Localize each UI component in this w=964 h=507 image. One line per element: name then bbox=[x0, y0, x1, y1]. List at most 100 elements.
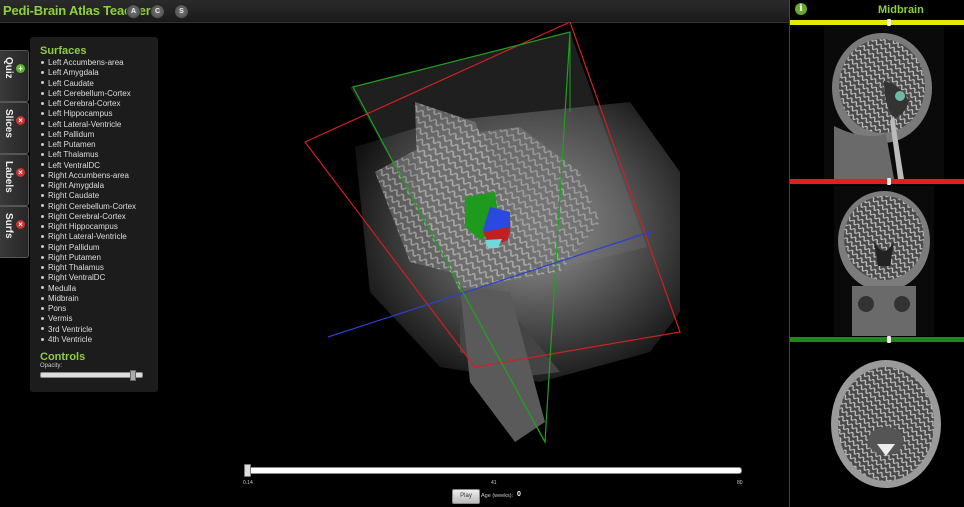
surface-item[interactable]: Left Thalamus bbox=[40, 150, 136, 160]
surface-item-label: Right Amygdala bbox=[48, 181, 105, 190]
surface-item-label: Right Cerebral-Cortex bbox=[48, 211, 126, 221]
bullet-icon bbox=[41, 71, 44, 75]
bullet-icon bbox=[41, 224, 44, 228]
axial-slice-view[interactable] bbox=[829, 356, 944, 494]
surface-item[interactable]: Right Pallidum bbox=[40, 243, 136, 253]
bullet-icon bbox=[41, 132, 44, 136]
surface-list: Left Accumbens-area Left Amygdala Left Cau… bbox=[40, 58, 136, 345]
surface-item[interactable]: Right Hippocampus bbox=[40, 222, 136, 232]
surface-item[interactable]: Right Amygdala bbox=[40, 181, 136, 191]
surface-item[interactable]: Left Amygdala bbox=[40, 68, 136, 78]
surface-item[interactable]: Right Lateral-Ventricle bbox=[40, 232, 136, 242]
surface-item[interactable]: Right Accumbens-area bbox=[40, 171, 136, 181]
surface-item-label: Right Hippocampus bbox=[48, 222, 118, 231]
age-label: Age (weeks): bbox=[481, 493, 514, 499]
surface-item[interactable]: Left Cerebellum-Cortex bbox=[40, 89, 136, 99]
surface-item-label: Left Accumbens-area bbox=[48, 58, 124, 67]
sagittal-view-button[interactable]: S bbox=[174, 4, 189, 19]
surface-item[interactable]: Right Cerebral-Cortex bbox=[40, 212, 136, 222]
opacity-slider[interactable] bbox=[40, 370, 143, 381]
surface-item[interactable]: Left Lateral-Ventricle bbox=[40, 120, 136, 130]
surface-item[interactable]: Left Putamen bbox=[40, 140, 136, 150]
surface-item-label: 3rd Ventricle bbox=[48, 324, 93, 334]
surface-item[interactable]: Left Hippocampus bbox=[40, 109, 136, 119]
surface-item[interactable]: Left Pallidum bbox=[40, 130, 136, 140]
bullet-icon bbox=[41, 296, 44, 300]
play-button[interactable]: Play bbox=[452, 489, 480, 504]
tab-surfs[interactable]: Surfs × bbox=[0, 206, 29, 258]
surface-item-label: Left Lateral-Ventricle bbox=[48, 119, 122, 129]
bullet-icon bbox=[41, 183, 44, 187]
surface-item[interactable]: Right Thalamus bbox=[40, 263, 136, 273]
close-icon[interactable]: × bbox=[16, 220, 25, 229]
surface-item-label: Right Caudate bbox=[48, 191, 100, 201]
surface-item[interactable]: Right Putamen bbox=[40, 253, 136, 263]
slice-views-panel: i Midbrain bbox=[789, 0, 964, 507]
surface-item[interactable]: Right Caudate bbox=[40, 191, 136, 201]
coronal-view-button[interactable]: C bbox=[150, 4, 165, 19]
sagittal-slice-view[interactable] bbox=[824, 26, 944, 179]
plus-icon[interactable]: + bbox=[16, 64, 25, 73]
3d-brain-viewer[interactable] bbox=[160, 22, 789, 462]
surfaces-panel: Surfaces Left Accumbens-area Left Amygdal… bbox=[30, 37, 158, 392]
surface-item-label: Right Putamen bbox=[48, 252, 101, 262]
bullet-icon bbox=[41, 306, 44, 310]
bullet-icon bbox=[41, 276, 44, 280]
surface-item-label: Left Thalamus bbox=[48, 150, 99, 160]
surface-item-label: Left Caudate bbox=[48, 78, 94, 88]
timeline-tick-mid: 41 bbox=[491, 480, 497, 486]
coronal-slice-handle[interactable] bbox=[887, 336, 891, 343]
surface-item-label: 4th Ventricle bbox=[48, 334, 93, 344]
close-icon[interactable]: × bbox=[16, 116, 25, 125]
tab-labels[interactable]: Labels × bbox=[0, 154, 29, 206]
bullet-icon bbox=[41, 245, 44, 249]
surface-item-label: Midbrain bbox=[48, 293, 79, 303]
surface-item-label: Right Pallidum bbox=[48, 242, 100, 252]
coronal-slice-view[interactable] bbox=[834, 186, 934, 336]
bullet-icon bbox=[41, 317, 44, 321]
coronal-slice-slider[interactable] bbox=[790, 336, 964, 343]
surface-item[interactable]: 4th Ventricle bbox=[40, 335, 136, 345]
bullet-icon bbox=[41, 173, 44, 177]
controls-heading: Controls bbox=[40, 351, 86, 363]
age-timeline-slider[interactable] bbox=[245, 467, 742, 474]
bullet-icon bbox=[41, 255, 44, 259]
surface-item-label: Right Thalamus bbox=[48, 263, 104, 272]
surface-item[interactable]: Left Accumbens-area bbox=[40, 58, 136, 68]
bullet-icon bbox=[41, 122, 44, 126]
surface-item[interactable]: Left Cerebral-Cortex bbox=[40, 99, 136, 109]
surface-item[interactable]: Pons bbox=[40, 304, 136, 314]
surface-item-label: Medulla bbox=[48, 283, 77, 293]
surface-item[interactable]: Medulla bbox=[40, 284, 136, 294]
bullet-icon bbox=[41, 194, 44, 198]
surface-item[interactable]: Midbrain bbox=[40, 294, 136, 304]
tab-labels-label: Labels bbox=[3, 161, 14, 193]
tab-quiz-label: Quiz bbox=[3, 57, 14, 79]
tab-quiz[interactable]: Quiz + bbox=[0, 50, 29, 102]
bullet-icon bbox=[41, 81, 44, 85]
close-icon[interactable]: × bbox=[16, 168, 25, 177]
surface-item-label: Pons bbox=[48, 304, 67, 313]
bullet-icon bbox=[41, 101, 44, 105]
axial-slice-slider[interactable] bbox=[790, 178, 964, 185]
surface-item[interactable]: Right Cerebellum-Cortex bbox=[40, 202, 136, 212]
tab-slices[interactable]: Slices × bbox=[0, 102, 29, 154]
bullet-icon bbox=[41, 214, 44, 218]
bullet-icon bbox=[41, 163, 44, 167]
surface-item-label: Left Cerebral-Cortex bbox=[48, 99, 121, 108]
surface-item[interactable]: Right VentralDC bbox=[40, 273, 136, 283]
sagittal-slice-slider[interactable] bbox=[790, 19, 964, 26]
surface-item[interactable]: Left Caudate bbox=[40, 79, 136, 89]
surface-item[interactable]: 3rd Ventricle bbox=[40, 325, 136, 335]
bullet-icon bbox=[41, 235, 44, 239]
sagittal-slice-handle[interactable] bbox=[887, 19, 891, 26]
age-timeline-handle[interactable] bbox=[244, 464, 251, 477]
axial-slice-handle[interactable] bbox=[887, 178, 891, 185]
surface-item[interactable]: Vermis bbox=[40, 314, 136, 324]
axial-view-button[interactable]: A bbox=[126, 4, 141, 19]
surface-item[interactable]: Left VentralDC bbox=[40, 161, 136, 171]
bullet-icon bbox=[41, 112, 44, 116]
opacity-slider-handle[interactable] bbox=[130, 370, 136, 381]
info-icon[interactable]: i bbox=[795, 3, 807, 15]
bullet-icon bbox=[41, 204, 44, 208]
